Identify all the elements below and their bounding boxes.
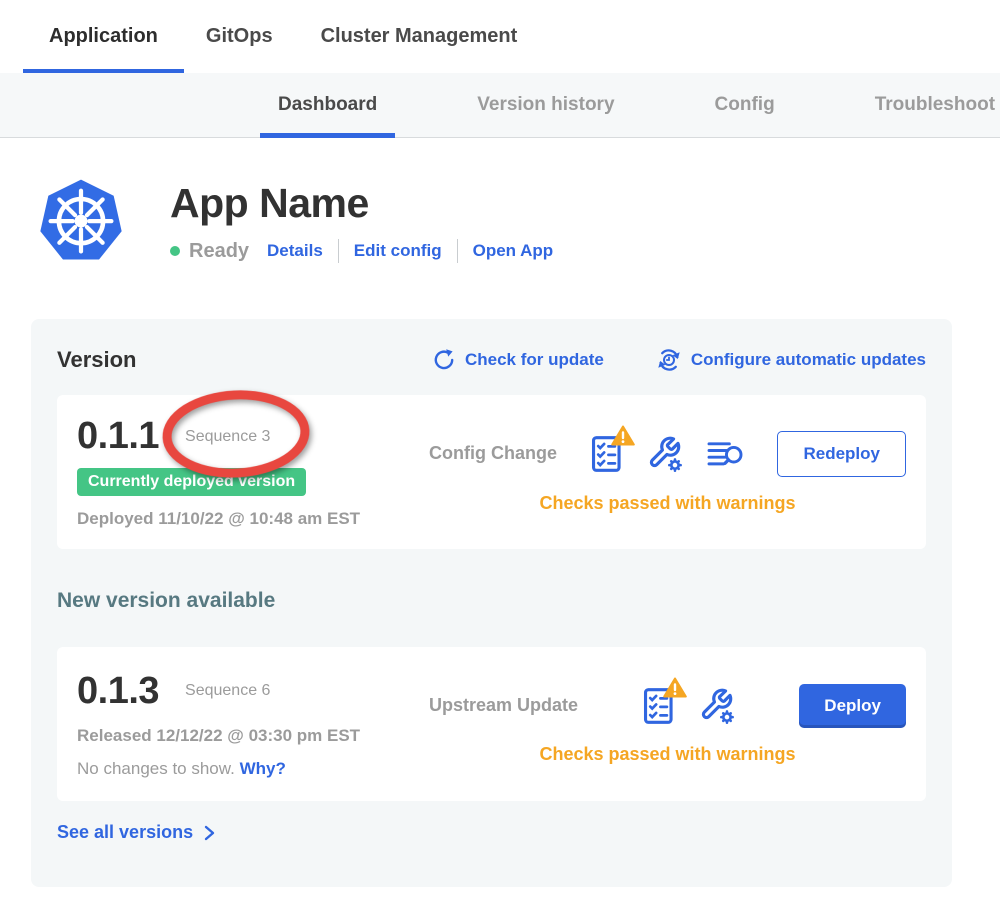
available-version-sequence: Sequence 6 bbox=[185, 682, 270, 700]
app-title: App Name bbox=[170, 180, 553, 227]
version-panel-title: Version bbox=[57, 347, 136, 373]
why-link[interactable]: Why? bbox=[240, 759, 286, 778]
view-files-icon bbox=[706, 438, 744, 470]
top-nav: Application GitOps Cluster Management bbox=[0, 0, 1000, 73]
status-label: Ready bbox=[189, 240, 249, 263]
subtab-version-history[interactable]: Version history bbox=[477, 73, 614, 138]
config-wrench-icon bbox=[698, 687, 736, 725]
current-version-sequence: Sequence 3 bbox=[185, 428, 270, 446]
preflight-checks-button[interactable] bbox=[590, 434, 624, 474]
view-files-button[interactable] bbox=[706, 438, 744, 470]
available-source-type: Upstream Update bbox=[429, 695, 578, 716]
warning-triangle-icon bbox=[611, 425, 635, 446]
open-app-link[interactable]: Open App bbox=[473, 241, 554, 261]
see-all-versions-link[interactable]: See all versions bbox=[57, 822, 217, 843]
refresh-icon bbox=[432, 348, 456, 372]
details-link[interactable]: Details bbox=[267, 241, 323, 261]
current-checks-status: Checks passed with warnings bbox=[429, 493, 906, 514]
check-for-update-label: Check for update bbox=[465, 350, 604, 370]
status-dot-icon bbox=[170, 246, 180, 256]
tab-gitops[interactable]: GitOps bbox=[206, 0, 273, 73]
available-checks-status: Checks passed with warnings bbox=[429, 744, 906, 765]
configure-automatic-updates-label: Configure automatic updates bbox=[691, 350, 926, 370]
warning-triangle-icon bbox=[663, 677, 687, 698]
chevron-right-icon bbox=[201, 824, 217, 842]
app-header: App Name Ready Details Edit config Open … bbox=[35, 175, 1000, 269]
divider bbox=[457, 239, 458, 263]
version-panel: Version Check for update Configure bbox=[31, 319, 952, 887]
see-all-versions-label: See all versions bbox=[57, 822, 193, 843]
current-version-card: 0.1.1 Sequence 3 Currently deployed vers… bbox=[57, 395, 926, 549]
current-version-number: 0.1.1 bbox=[77, 415, 159, 458]
new-version-heading: New version available bbox=[57, 589, 926, 613]
schedule-refresh-icon bbox=[656, 347, 682, 373]
kubernetes-logo-icon bbox=[35, 175, 127, 269]
preflight-checks-button[interactable] bbox=[642, 686, 676, 726]
edit-config-button[interactable] bbox=[698, 687, 736, 725]
subtab-dashboard[interactable]: Dashboard bbox=[278, 73, 377, 138]
deployed-timestamp: Deployed 11/10/22 @ 10:48 am EST bbox=[77, 509, 429, 529]
check-for-update-link[interactable]: Check for update bbox=[432, 348, 604, 372]
no-changes-note: No changes to show. bbox=[77, 759, 235, 778]
released-timestamp: Released 12/12/22 @ 03:30 pm EST bbox=[77, 726, 429, 746]
divider bbox=[338, 239, 339, 263]
current-source-type: Config Change bbox=[429, 443, 557, 464]
subtab-config[interactable]: Config bbox=[715, 73, 775, 138]
tab-application[interactable]: Application bbox=[49, 0, 158, 73]
available-version-card: 0.1.3 Sequence 6 Released 12/12/22 @ 03:… bbox=[57, 647, 926, 801]
currently-deployed-badge: Currently deployed version bbox=[77, 468, 306, 496]
edit-config-button[interactable] bbox=[646, 435, 684, 473]
sub-nav: Dashboard Version history Config Trouble… bbox=[0, 73, 1000, 138]
configure-automatic-updates-link[interactable]: Configure automatic updates bbox=[656, 347, 926, 373]
redeploy-button[interactable]: Redeploy bbox=[777, 431, 906, 477]
config-wrench-icon bbox=[646, 435, 684, 473]
edit-config-link[interactable]: Edit config bbox=[354, 241, 442, 261]
tab-cluster-management[interactable]: Cluster Management bbox=[321, 0, 518, 73]
subtab-troubleshoot[interactable]: Troubleshoot bbox=[875, 73, 995, 138]
available-version-number: 0.1.3 bbox=[77, 670, 159, 713]
deploy-button[interactable]: Deploy bbox=[799, 684, 906, 728]
